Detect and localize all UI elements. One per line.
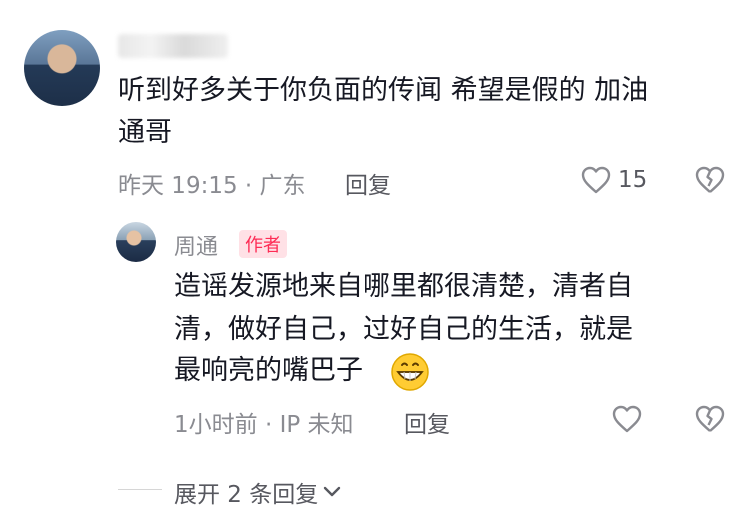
avatar[interactable] [24,30,100,106]
reply-dislike-button[interactable] [695,405,725,433]
comment-time-location: 昨天 19:15 · 广东 [118,173,306,199]
author-badge: 作者 [239,230,287,258]
chevron-down-icon [324,486,341,497]
broken-heart-icon [695,166,725,193]
like-button[interactable] [581,166,611,194]
reply-time-location: 1小时前 · IP 未知 [174,412,354,438]
username-blurred [118,34,228,58]
heart-icon [581,166,611,194]
reply-text-line2: 清，做好自己，过好自己的生活，就是 [174,314,633,345]
reply-reply-button[interactable]: 回复 [404,405,450,439]
like-count: 15 [618,167,648,193]
expand-divider [118,489,162,490]
reply-button[interactable]: 回复 [345,166,391,200]
dislike-button[interactable] [695,166,725,194]
expand-replies-button[interactable]: 展开 2 条回复 [174,475,342,509]
heart-icon [612,405,642,433]
reply-text-line1: 造谣发源地来自哪里都很清楚，清者自 [174,271,633,302]
expand-replies-label: 展开 2 条回复 [174,482,319,508]
reply-author-name[interactable]: 周通 [174,229,218,261]
reply-author-avatar[interactable] [116,222,156,262]
reply-text-line3: 最响亮的嘴巴子 [174,355,363,386]
comment-text-line2: 通哥 [118,117,172,148]
comment-text-line1: 听到好多关于你负面的传闻 希望是假的 加油 [118,75,649,106]
grinning-face-icon [390,352,430,392]
broken-heart-icon [695,405,725,432]
reply-like-button[interactable] [612,405,642,433]
